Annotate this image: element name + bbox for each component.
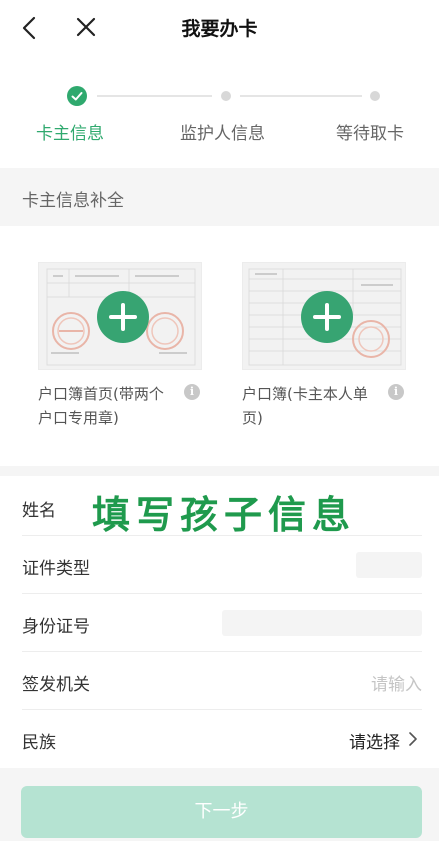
issuer-label: 签发机关 <box>22 675 90 695</box>
step-dot <box>370 91 380 101</box>
upload-panel: 户口簿首页(带两个户口专用章) i 户口簿(卡主本人单页) i <box>0 226 439 466</box>
id-number-label: 身份证号 <box>22 617 90 637</box>
step-label-guardian: 监护人信息 <box>180 124 265 144</box>
progress-steps: 卡主信息 监护人信息 等待取卡 <box>0 56 439 168</box>
id-type-label: 证件类型 <box>22 559 90 579</box>
id-type-field[interactable]: 证件类型 <box>22 536 422 594</box>
ethnicity-select[interactable]: 请选择 <box>349 728 400 753</box>
check-icon <box>67 86 87 106</box>
page-title: 我要办卡 <box>181 18 258 40</box>
upload-hukou-front[interactable] <box>38 262 202 370</box>
nav-bar: 我要办卡 <box>0 0 439 56</box>
upload-caption: 户口簿(卡主本人单页) <box>242 385 368 427</box>
ethnicity-label: 民族 <box>22 733 56 753</box>
footer: 下一步 <box>0 768 439 841</box>
id-number-field[interactable]: 身份证号 <box>22 594 422 652</box>
upload-hukou-personal[interactable] <box>242 262 406 370</box>
add-photo-icon[interactable] <box>301 291 353 343</box>
step-label-waiting: 等待取卡 <box>336 124 404 144</box>
next-step-button[interactable]: 下一步 <box>21 786 422 838</box>
step-dot <box>221 91 231 101</box>
add-photo-icon[interactable] <box>97 291 149 343</box>
step-connector <box>97 95 212 97</box>
ethnicity-field[interactable]: 民族 请选择 <box>22 710 422 768</box>
section-title: 卡主信息补全 <box>22 191 124 211</box>
chevron-right-icon <box>409 732 417 746</box>
section-header: 卡主信息补全 <box>0 168 439 226</box>
upload-caption: 户口簿首页(带两个户口专用章) <box>38 385 164 427</box>
annotation-overlay: 填写孩子信息 <box>92 493 357 537</box>
info-icon[interactable]: i <box>184 384 200 400</box>
id-type-value-redacted <box>356 552 422 578</box>
step-connector <box>240 95 362 97</box>
page: 我要办卡 卡主信息 监护人信息 等待取卡 卡主信息补全 户口簿首页(带两个户口专… <box>0 0 439 841</box>
issuer-field[interactable]: 签发机关 请输入 <box>22 652 422 710</box>
id-number-value-redacted <box>222 610 422 636</box>
issuer-input[interactable]: 请输入 <box>371 670 422 695</box>
step-label-card-owner: 卡主信息 <box>36 124 104 144</box>
info-icon[interactable]: i <box>388 384 404 400</box>
name-label: 姓名 <box>22 501 56 521</box>
